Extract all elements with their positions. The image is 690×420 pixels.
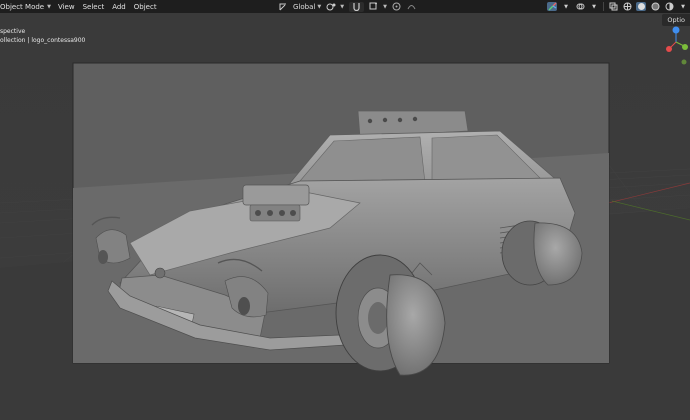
menu-view[interactable]: View: [54, 0, 79, 13]
wireframe-shading-icon[interactable]: [622, 2, 632, 11]
menu-select[interactable]: Select: [79, 0, 109, 13]
solid-shading-icon[interactable]: [636, 2, 646, 11]
object-mode-dropdown[interactable]: Object Mode ▼: [0, 0, 54, 13]
chevron-down-icon: ▼: [47, 3, 51, 10]
chevron-down-icon[interactable]: ▼: [589, 2, 599, 11]
options-button[interactable]: Optio: [662, 14, 690, 26]
viewport-display-tools: ▼ ▼ ▼: [547, 0, 690, 13]
header-menu: View Select Add Object: [54, 0, 161, 13]
transform-orientation-icon[interactable]: [278, 2, 288, 12]
gizmo-x-icon[interactable]: [666, 46, 672, 52]
show-gizmo-icon[interactable]: [547, 2, 557, 11]
divider: [603, 2, 604, 11]
chevron-down-icon: ▼: [317, 3, 322, 10]
xray-toggle-icon[interactable]: [608, 2, 618, 11]
viewport-scene: [0, 26, 690, 420]
rendered-shading-icon[interactable]: [664, 2, 674, 11]
menu-object[interactable]: Object: [130, 0, 161, 13]
material-preview-icon[interactable]: [650, 2, 660, 11]
transform-orientation-dropdown[interactable]: Global ▼: [293, 2, 321, 12]
chevron-down-icon: ▼: [383, 3, 387, 10]
collection-path: ollection | logo_contessa900: [0, 37, 86, 44]
show-overlays-icon[interactable]: [575, 2, 585, 11]
pivot-point-icon[interactable]: ▼: [326, 2, 344, 12]
snap-toggle-icon[interactable]: [349, 1, 365, 12]
mode-label: Object Mode: [0, 2, 45, 11]
navigation-gizmo[interactable]: [666, 26, 688, 65]
falloff-icon[interactable]: [407, 2, 417, 12]
chevron-down-icon[interactable]: ▼: [678, 2, 688, 11]
orientation-label: Global: [293, 2, 316, 11]
chevron-down-icon: ▼: [340, 3, 345, 10]
3d-viewport[interactable]: spective ollection | logo_contessa900 Op…: [0, 13, 690, 420]
view-title: spective: [0, 28, 26, 35]
gizmo-z-icon[interactable]: [672, 26, 680, 34]
snap-target-icon[interactable]: ▼: [369, 2, 387, 12]
chevron-down-icon[interactable]: ▼: [561, 2, 571, 11]
proportional-editing-icon[interactable]: [392, 2, 402, 12]
transform-tools: Global ▼ ▼ ▼: [278, 0, 417, 13]
menu-add[interactable]: Add: [108, 0, 130, 13]
gizmo-y-icon[interactable]: [682, 44, 688, 50]
viewport-header: Object Mode ▼ View Select Add Object Glo…: [0, 0, 690, 13]
